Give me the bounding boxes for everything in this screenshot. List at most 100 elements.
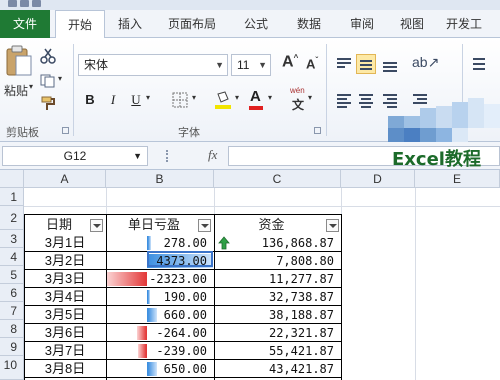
tab-page-layout[interactable]: 页面布局 bbox=[158, 10, 226, 38]
cell-date[interactable]: 3月4日 bbox=[24, 288, 106, 306]
cell-funds[interactable]: 38,188.87 bbox=[214, 306, 341, 324]
chevron-down-icon[interactable]: ▼ bbox=[258, 55, 267, 75]
cell-funds[interactable]: 11,277.87 bbox=[214, 270, 341, 288]
cell-daily-pnl[interactable]: 278.00 bbox=[106, 234, 214, 252]
clipboard-dialog-launcher[interactable] bbox=[62, 127, 69, 134]
fill-color-dropdown-arrow[interactable]: ▾ bbox=[235, 93, 239, 102]
row-header-9[interactable]: 9 bbox=[0, 338, 24, 356]
tab-view[interactable]: 视图 bbox=[392, 10, 432, 38]
row-header-8[interactable]: 8 bbox=[0, 320, 24, 338]
column-header-d[interactable]: D bbox=[341, 170, 415, 188]
name-box[interactable]: G12 ▼ bbox=[2, 146, 148, 166]
cell-date[interactable]: 3月2日 bbox=[24, 252, 106, 270]
align-center-button[interactable] bbox=[356, 90, 376, 110]
save-icon[interactable] bbox=[8, 0, 17, 7]
font-dialog-launcher[interactable] bbox=[314, 127, 321, 134]
header-funds: 资金 bbox=[258, 217, 285, 232]
row-header-4[interactable]: 4 bbox=[0, 248, 24, 266]
row-header-2[interactable]: 2 bbox=[0, 206, 24, 230]
fill-color-icon[interactable] bbox=[214, 90, 232, 110]
paste-dropdown-arrow[interactable]: ▾ bbox=[29, 82, 33, 91]
cell-funds[interactable]: 43,421.87 bbox=[214, 360, 341, 378]
font-color-dropdown-arrow[interactable]: ▾ bbox=[268, 93, 272, 102]
worksheet-grid[interactable]: A B C D E 1 2 3 4 5 6 7 8 9 10 日期 单日亏盈 资… bbox=[0, 170, 500, 380]
undo-icon[interactable] bbox=[20, 0, 29, 7]
bold-button[interactable]: B bbox=[80, 90, 100, 110]
underline-dropdown-arrow[interactable]: ▾ bbox=[146, 93, 150, 102]
font-name-combo[interactable]: 宋体 ▼ bbox=[78, 54, 228, 76]
header-date: 日期 bbox=[45, 217, 72, 232]
align-left-button[interactable] bbox=[334, 90, 354, 110]
phonetic-dropdown-arrow[interactable]: ▾ bbox=[308, 93, 312, 102]
row-header-5[interactable]: 5 bbox=[0, 266, 24, 284]
cell-daily-pnl[interactable]: 660.00 bbox=[106, 306, 214, 324]
tab-formulas[interactable]: 公式 bbox=[236, 10, 276, 38]
row-header-3[interactable]: 3 bbox=[0, 230, 24, 248]
cell-daily-pnl[interactable]: 650.00 bbox=[106, 360, 214, 378]
insert-function-icon[interactable]: fx bbox=[208, 147, 217, 163]
cell-date[interactable]: 3月3日 bbox=[24, 270, 106, 288]
column-header-e[interactable]: E bbox=[415, 170, 500, 188]
filter-dropdown-daily-icon[interactable] bbox=[198, 219, 211, 232]
tab-file[interactable]: 文件 bbox=[0, 10, 50, 38]
header-daily-pnl: 单日亏盈 bbox=[127, 217, 180, 232]
grow-font-icon[interactable]: A^ bbox=[282, 53, 298, 71]
cell-date[interactable]: 3月8日 bbox=[24, 360, 106, 378]
cell-daily-pnl[interactable]: 190.00 bbox=[106, 288, 214, 306]
font-size-value: 11 bbox=[237, 58, 250, 72]
cell-date[interactable]: 3月1日 bbox=[24, 234, 106, 252]
cell-funds[interactable]: 32,738.87 bbox=[214, 288, 341, 306]
paste-icon[interactable] bbox=[4, 44, 34, 78]
cell-funds[interactable]: 22,321.87 bbox=[214, 324, 341, 342]
column-header-c[interactable]: C bbox=[214, 170, 341, 188]
cell-daily-pnl[interactable]: -239.00 bbox=[106, 342, 214, 360]
column-header-b[interactable]: B bbox=[106, 170, 214, 188]
cell-daily-pnl[interactable]: -264.00 bbox=[106, 324, 214, 342]
tab-insert[interactable]: 插入 bbox=[108, 10, 152, 38]
select-all-corner[interactable] bbox=[0, 170, 24, 188]
cell-funds[interactable]: 55,421.87 bbox=[214, 342, 341, 360]
chevron-down-icon[interactable]: ▼ bbox=[133, 147, 142, 165]
font-size-combo[interactable]: 11 ▼ bbox=[231, 54, 271, 76]
chevron-down-icon[interactable]: ▼ bbox=[215, 55, 224, 75]
copy-icon[interactable] bbox=[40, 74, 56, 88]
text-orientation-icon[interactable]: ab↗ bbox=[412, 54, 439, 71]
ribbon-tab-bar: 文件 开始 插入 页面布局 公式 数据 审阅 视图 开发工 bbox=[0, 10, 500, 39]
border-icon[interactable] bbox=[172, 92, 188, 108]
tab-developer[interactable]: 开发工 bbox=[446, 10, 500, 38]
redo-icon[interactable] bbox=[32, 0, 41, 7]
tab-data[interactable]: 数据 bbox=[288, 10, 330, 38]
formula-bar-splitter[interactable] bbox=[166, 150, 168, 162]
align-middle-button[interactable] bbox=[356, 54, 376, 74]
phonetic-guide-icon[interactable]: wén bbox=[290, 86, 305, 95]
cell-funds[interactable]: 7,808.80 bbox=[214, 252, 341, 270]
row-header-7[interactable]: 7 bbox=[0, 302, 24, 320]
cell-daily-pnl[interactable]: -2323.00 bbox=[106, 270, 214, 288]
row-header-1[interactable]: 1 bbox=[0, 188, 24, 206]
align-top-button[interactable] bbox=[334, 54, 354, 74]
font-group-label: 字体 bbox=[178, 127, 200, 139]
underline-button[interactable]: U bbox=[126, 90, 146, 110]
format-painter-icon[interactable] bbox=[40, 96, 56, 112]
filter-dropdown-date-icon[interactable] bbox=[90, 219, 103, 232]
filter-dropdown-funds-icon[interactable] bbox=[326, 219, 339, 232]
row-header-6[interactable]: 6 bbox=[0, 284, 24, 302]
align-bottom-button[interactable] bbox=[380, 54, 400, 74]
row-header-10[interactable]: 10 bbox=[0, 356, 24, 380]
cell-date[interactable]: 3月5日 bbox=[24, 306, 106, 324]
cell-funds[interactable]: 136,868.87 bbox=[214, 234, 341, 252]
shrink-font-icon[interactable]: Aˇ bbox=[306, 56, 318, 71]
table-border bbox=[341, 214, 342, 380]
column-header-a[interactable]: A bbox=[24, 170, 106, 188]
italic-button[interactable]: I bbox=[103, 90, 123, 110]
font-color-icon[interactable]: A bbox=[250, 88, 261, 105]
tab-review[interactable]: 审阅 bbox=[342, 10, 382, 38]
paste-label[interactable]: 粘贴 bbox=[4, 82, 28, 99]
copy-dropdown-arrow[interactable]: ▾ bbox=[58, 74, 62, 83]
cell-date[interactable]: 3月7日 bbox=[24, 342, 106, 360]
cut-icon[interactable] bbox=[40, 48, 56, 64]
wrap-text-button[interactable] bbox=[470, 54, 490, 74]
border-dropdown-arrow[interactable]: ▾ bbox=[192, 93, 196, 102]
tab-home[interactable]: 开始 bbox=[55, 10, 105, 39]
cell-date[interactable]: 3月6日 bbox=[24, 324, 106, 342]
